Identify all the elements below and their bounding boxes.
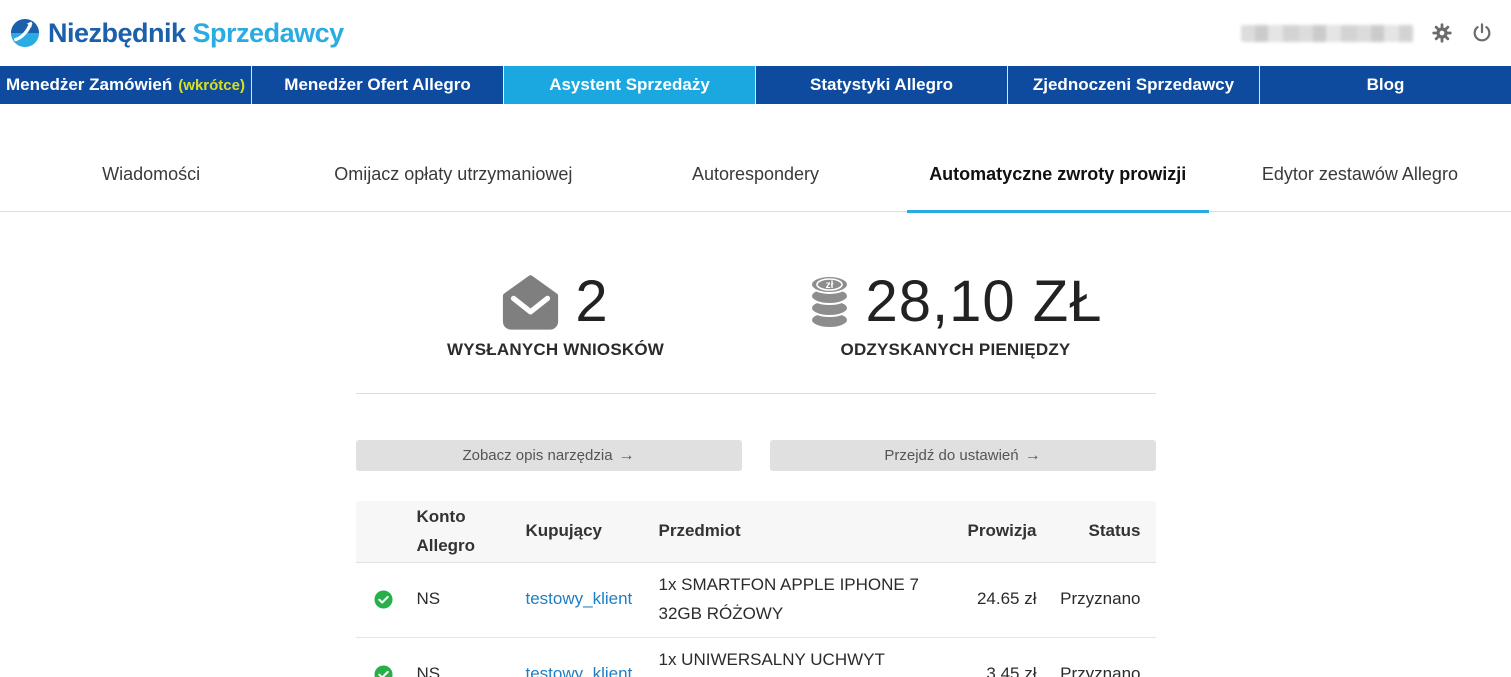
recovered-money-value: 28,10 ZŁ bbox=[865, 269, 1103, 334]
button-label: Zobacz opis narzędzia bbox=[462, 447, 613, 464]
summary-stats: 2 WYSŁANYCH WNIOSKÓW zł 28,10 ZŁ ODZYSKA… bbox=[356, 212, 1156, 360]
nav-item-zjednoczeni-sprzedawcy[interactable]: Zjednoczeni Sprzedawcy bbox=[1007, 66, 1259, 104]
action-buttons: Zobacz opis narzędzia → Przejdź do ustaw… bbox=[355, 440, 1156, 471]
nav-item-blog[interactable]: Blog bbox=[1259, 66, 1511, 104]
masked-username bbox=[1241, 24, 1413, 42]
header-status: Status bbox=[1088, 521, 1141, 541]
tab-autorespondery[interactable]: Autorespondery bbox=[604, 150, 906, 211]
nav-label: Blog bbox=[1366, 75, 1405, 94]
svg-text:zł: zł bbox=[825, 280, 833, 291]
header-prowizja: Prowizja bbox=[967, 521, 1037, 541]
commission-returns-table: Konto Allegro Kupujący Przedmiot Prowizj… bbox=[355, 501, 1156, 677]
go-to-settings-button[interactable]: Przejdź do ustawień → bbox=[769, 440, 1156, 471]
arrow-right-icon: → bbox=[1024, 446, 1041, 464]
sent-requests-value: 2 bbox=[575, 269, 609, 334]
cell-konto: NS bbox=[416, 589, 441, 609]
table-header-row: Konto Allegro Kupujący Przedmiot Prowizj… bbox=[355, 501, 1156, 563]
cell-konto: NS bbox=[416, 664, 441, 677]
gear-icon[interactable] bbox=[1431, 22, 1453, 44]
table-row: NS testowy_klient 1x SMARTFON APPLE IPHO… bbox=[355, 563, 1156, 638]
app-logo[interactable]: Niezbędnik Sprzedawcy bbox=[10, 18, 344, 49]
recovered-money-label: ODZYSKANYCH PIENIĘDZY bbox=[840, 340, 1071, 359]
logo-text: Niezbędnik Sprzedawcy bbox=[48, 17, 344, 48]
nav-label: Menedżer Zamówień bbox=[6, 75, 173, 94]
nav-label: Asystent Sprzedaży bbox=[549, 75, 710, 94]
logo-globe-icon bbox=[10, 18, 40, 48]
check-circle-icon bbox=[356, 590, 411, 609]
cell-przedmiot: 1x SMARTFON APPLE IPHONE 7 32GB RÓŻOWY bbox=[658, 575, 919, 623]
stat-recovered-money: zł 28,10 ZŁ ODZYSKANYCH PIENIĘDZY bbox=[756, 268, 1156, 360]
buyer-link[interactable]: testowy_klient bbox=[526, 664, 633, 677]
section-divider bbox=[355, 393, 1156, 394]
coins-icon: zł bbox=[809, 274, 850, 329]
header-przedmiot: Przedmiot bbox=[658, 521, 741, 541]
cell-przedmiot: 1x UNIWERSALNY UCHWYT SAMOCHODOWY HAMA bbox=[658, 649, 885, 669]
header-kupujacy: Kupujący bbox=[525, 521, 603, 541]
envelope-icon bbox=[502, 274, 559, 330]
nav-item-menedzer-ofert[interactable]: Menedżer Ofert Allegro bbox=[251, 66, 503, 104]
check-circle-icon bbox=[356, 665, 411, 677]
buyer-link[interactable]: testowy_klient bbox=[526, 589, 633, 608]
tab-automatyczne-zwroty-prowizji[interactable]: Automatyczne zwroty prowizji bbox=[906, 150, 1210, 213]
cell-prowizja: 24.65 zł bbox=[976, 589, 1037, 609]
nav-badge-wkrotce: (wkrótce) bbox=[178, 76, 245, 94]
power-icon[interactable] bbox=[1471, 22, 1493, 44]
cell-prowizja: 3.45 zł bbox=[986, 664, 1037, 677]
nav-item-asystent-sprzedazy[interactable]: Asystent Sprzedaży bbox=[503, 66, 755, 104]
nav-label: Zjednoczeni Sprzedawcy bbox=[1032, 75, 1235, 94]
stat-sent-requests: 2 WYSŁANYCH WNIOSKÓW bbox=[356, 268, 756, 360]
table-row: NS testowy_klient 1x UNIWERSALNY UCHWYT … bbox=[355, 637, 1156, 677]
header-konto-allegro: Konto Allegro bbox=[416, 506, 476, 555]
sent-requests-label: WYSŁANYCH WNIOSKÓW bbox=[446, 340, 665, 359]
app-header: Niezbędnik Sprzedawcy bbox=[0, 0, 1511, 66]
button-label: Przejdź do ustawień bbox=[884, 447, 1019, 464]
main-nav: Menedżer Zamówień (wkrótce) Menedżer Ofe… bbox=[0, 66, 1511, 104]
cell-status: Przyznano bbox=[1060, 664, 1141, 677]
nav-label: Statystyki Allegro bbox=[810, 75, 953, 94]
nav-item-menedzer-zamowien[interactable]: Menedżer Zamówień (wkrótce) bbox=[0, 66, 251, 104]
nav-item-statystyki-allegro[interactable]: Statystyki Allegro bbox=[755, 66, 1007, 104]
see-tool-description-button[interactable]: Zobacz opis narzędzia → bbox=[355, 440, 742, 471]
tool-tabs: Wiadomości Omijacz opłaty utrzymaniowej … bbox=[0, 150, 1511, 213]
tab-wiadomosci[interactable]: Wiadomości bbox=[0, 150, 302, 211]
nav-label: Menedżer Ofert Allegro bbox=[284, 75, 471, 94]
tab-omijacz-oplaty[interactable]: Omijacz opłaty utrzymaniowej bbox=[302, 150, 604, 211]
arrow-right-icon: → bbox=[618, 446, 635, 464]
tab-edytor-zestawow[interactable]: Edytor zestawów Allegro bbox=[1209, 150, 1511, 211]
cell-status: Przyznano bbox=[1060, 589, 1141, 609]
